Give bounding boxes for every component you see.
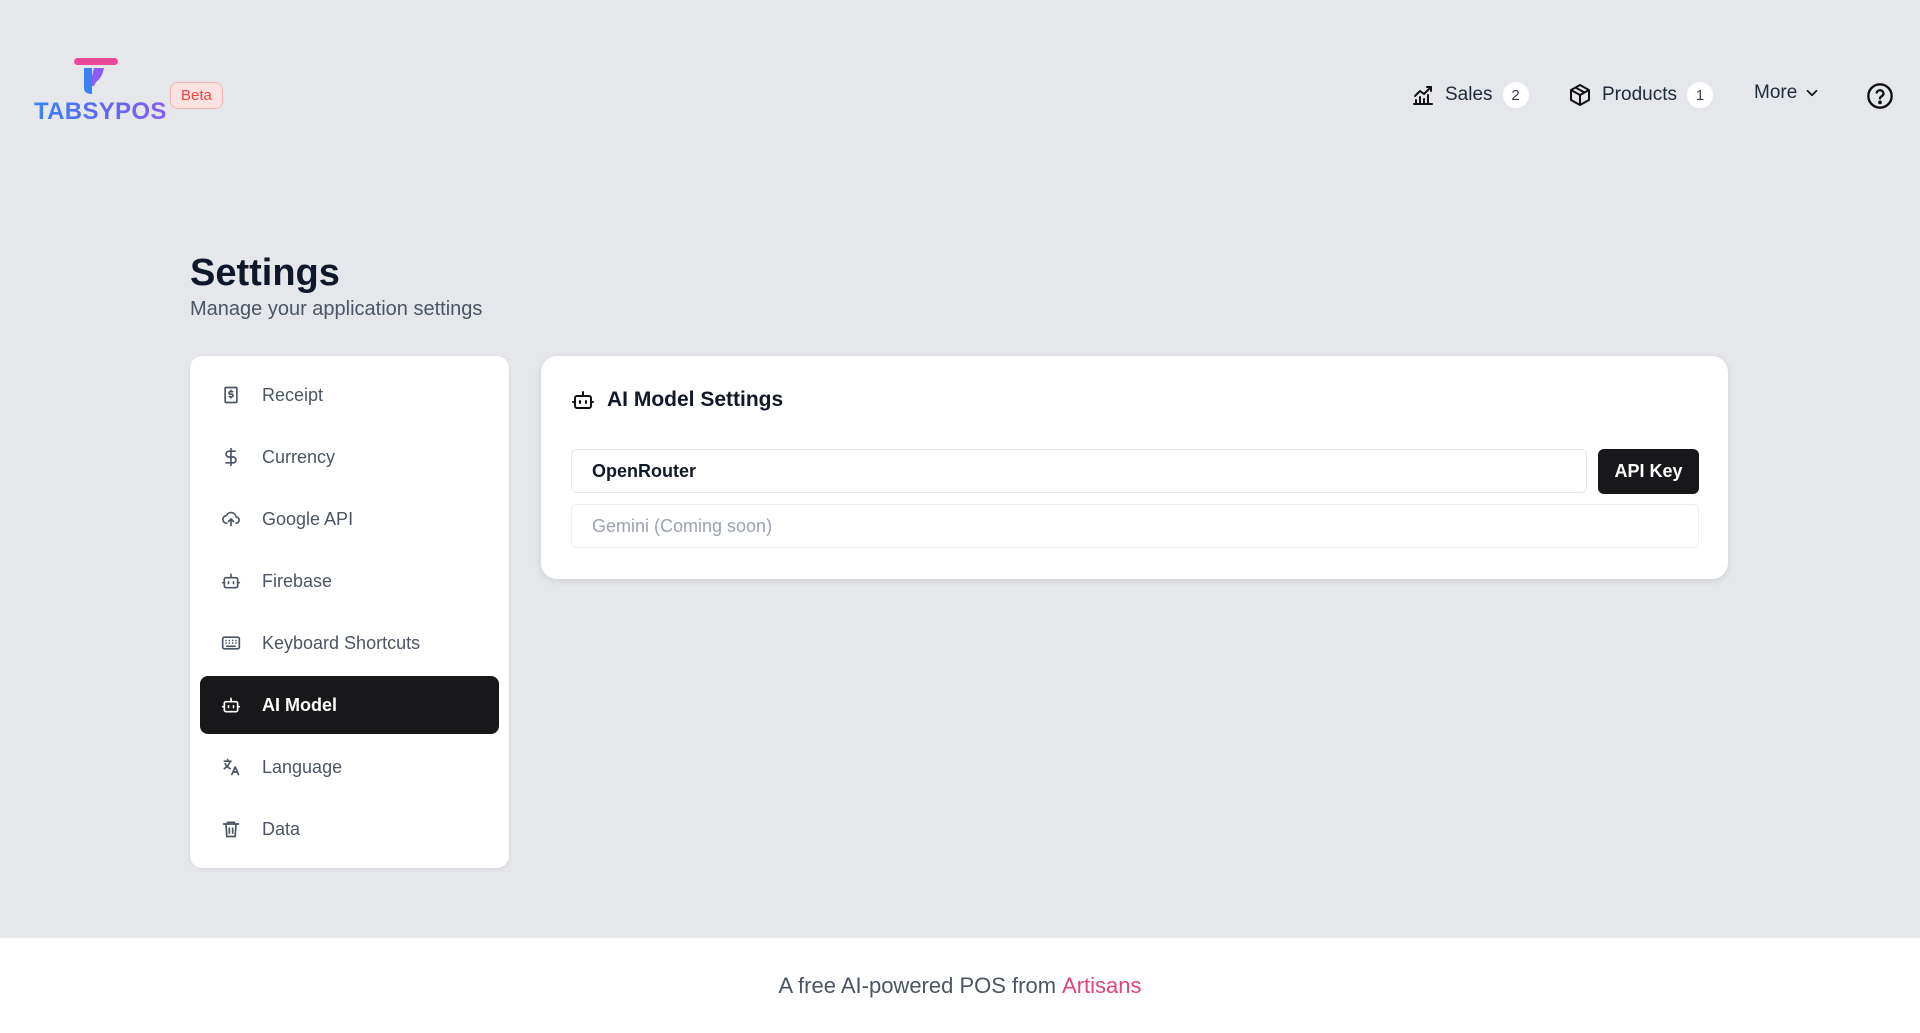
brand-name: TABSYPOS [34, 98, 167, 125]
sidebar-item-data[interactable]: Data [200, 800, 499, 858]
page-subtitle: Manage your application settings [190, 298, 483, 320]
sidebar-item-ai-model[interactable]: AI Model [200, 676, 499, 734]
footer: A free AI-powered POS from Artisans [0, 937, 1920, 1033]
bot-icon [220, 570, 242, 592]
nav-products-label: Products [1602, 84, 1677, 105]
receipt-icon [220, 384, 242, 406]
bot-icon [572, 391, 594, 409]
logo[interactable]: TABSYPOS [34, 56, 166, 126]
sidebar-item-label: Language [262, 756, 343, 777]
sales-count-badge: 2 [1502, 82, 1529, 108]
cloud-upload-icon [220, 508, 242, 530]
sidebar-item-label: Keyboard Shortcuts [262, 632, 421, 653]
footer-text: A free AI-powered POS from [778, 972, 1057, 998]
dollar-icon [220, 446, 242, 468]
nav-products[interactable]: Products 1 [1568, 82, 1713, 108]
footer-link-artisans[interactable]: Artisans [1062, 973, 1141, 999]
products-count-badge: 1 [1686, 82, 1713, 108]
top-header: TABSYPOS Beta Sales 2 Products 1 More [0, 0, 1920, 190]
trash-icon [220, 818, 242, 840]
sidebar-item-label: Currency [262, 446, 336, 467]
card-title-text: AI Model Settings [607, 388, 784, 411]
model-option-gemini: Gemini (Coming soon) [571, 504, 1699, 548]
nav-sales[interactable]: Sales 2 [1411, 82, 1529, 108]
page-title: Settings [190, 252, 340, 294]
beta-badge: Beta [170, 82, 223, 109]
translate-icon [220, 756, 242, 778]
sidebar-item-label: Data [262, 818, 301, 839]
nav-more-label: More [1754, 82, 1798, 103]
sidebar-item-receipt[interactable]: Receipt [200, 366, 499, 424]
sidebar-item-label: Google API [262, 508, 354, 529]
keyboard-icon [220, 632, 242, 654]
sidebar-item-google-api[interactable]: Google API [200, 490, 499, 548]
nav-more-dropdown[interactable]: More [1754, 82, 1821, 104]
chevron-down-icon [1806, 89, 1818, 97]
api-key-button[interactable]: API Key [1598, 449, 1699, 494]
settings-sidebar: Receipt Currency Google API Firebase Key… [190, 356, 509, 868]
card-title: AI Model Settings [571, 388, 783, 412]
sidebar-item-label: Firebase [262, 570, 333, 591]
help-icon[interactable] [1866, 82, 1894, 110]
sidebar-item-label: AI Model [262, 694, 337, 715]
model-option-openrouter[interactable]: OpenRouter [571, 449, 1587, 493]
logo-mark-icon [74, 58, 118, 94]
sidebar-item-currency[interactable]: Currency [200, 428, 499, 486]
bot-icon [220, 694, 242, 716]
package-icon [1570, 84, 1590, 106]
sidebar-item-firebase[interactable]: Firebase [200, 552, 499, 610]
sidebar-item-keyboard-shortcuts[interactable]: Keyboard Shortcuts [200, 614, 499, 672]
nav-sales-label: Sales [1445, 84, 1493, 105]
ai-model-settings-card: AI Model Settings OpenRouter API Key Gem… [541, 356, 1728, 579]
sidebar-item-language[interactable]: Language [200, 738, 499, 796]
sidebar-item-label: Receipt [262, 384, 324, 405]
chart-icon [1413, 86, 1433, 105]
